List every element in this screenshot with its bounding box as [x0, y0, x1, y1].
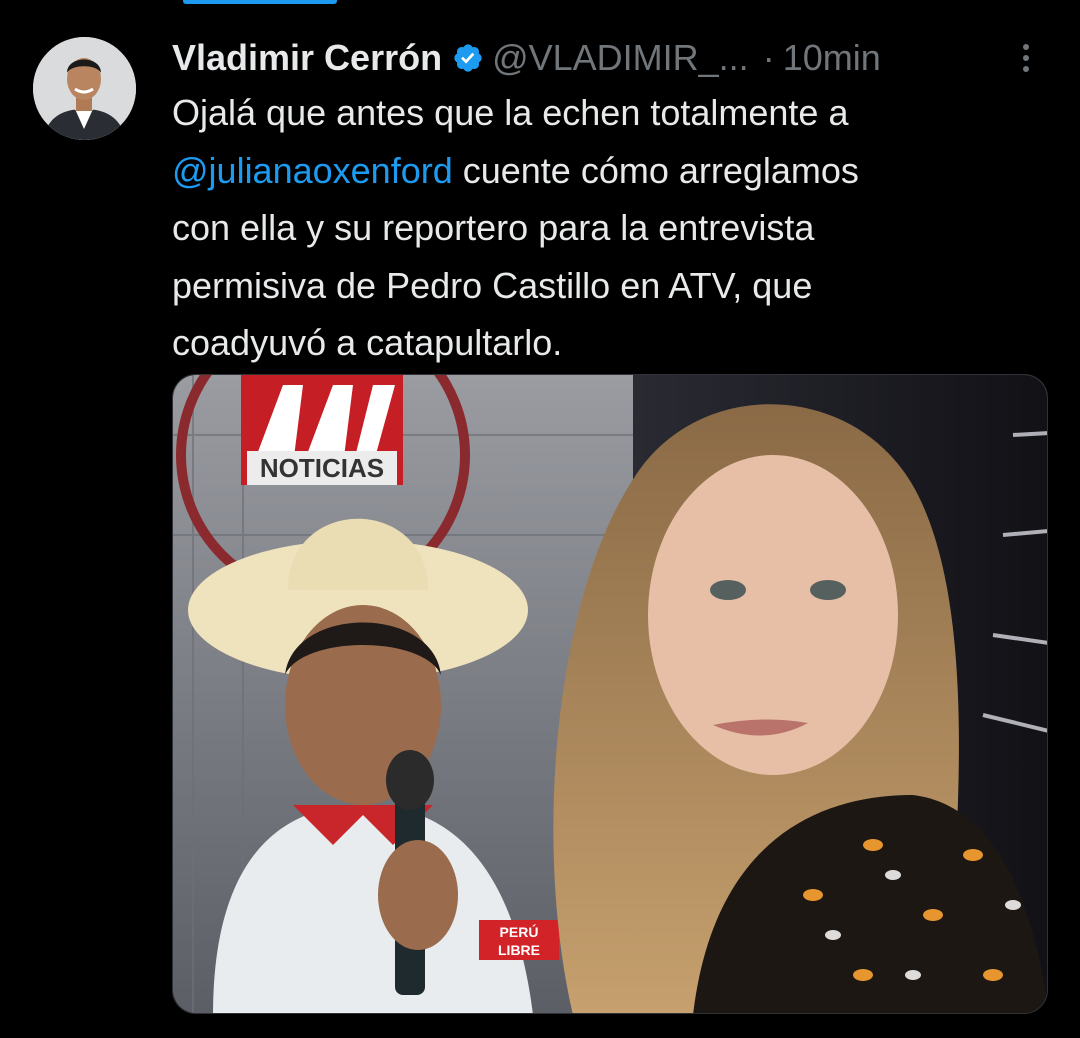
more-dots-icon — [1023, 44, 1029, 50]
more-options-button[interactable] — [1008, 40, 1044, 76]
tweet-text: Ojalá que antes que la echen totalmente … — [172, 84, 1012, 372]
tweet-text-line: Ojalá que antes que la echen totalmente … — [172, 92, 849, 133]
tweet-text-fragment: cuente cómo arreglamos — [452, 149, 859, 191]
tweet[interactable]: Vladimir Cerrón @VLADIMIR_... · 10min Oj… — [0, 0, 1080, 1038]
tweet-text-line: permisiva de Pedro Castillo en ATV, que — [172, 264, 813, 306]
tweet-text-line: coadyuvó a catapultarlo. — [172, 322, 563, 363]
author-handle[interactable]: @VLADIMIR_... — [492, 37, 749, 79]
media-badge-text-2: LIBRE — [498, 942, 540, 958]
media-badge-text-1: PERÚ — [500, 923, 539, 940]
mention-link[interactable]: @julianaoxenford — [172, 150, 453, 191]
tweet-header: Vladimir Cerrón @VLADIMIR_... · 10min — [172, 30, 1052, 86]
verified-badge-icon — [452, 42, 484, 74]
media-logo-text: NOTICIAS — [260, 453, 384, 483]
tweet-text-line: con ella y su reportero para la entrevis… — [172, 207, 815, 248]
tweet-text-line: @julianaoxenford cuente cómo arreglamos — [172, 142, 1012, 200]
avatar[interactable] — [33, 37, 136, 140]
author-name[interactable]: Vladimir Cerrón — [172, 37, 442, 79]
separator-dot: · — [762, 37, 775, 78]
tweet-timestamp[interactable]: 10min — [783, 37, 881, 79]
tweet-media-image[interactable]: NOTICIAS PERÚ LIBRE — [172, 374, 1048, 1014]
